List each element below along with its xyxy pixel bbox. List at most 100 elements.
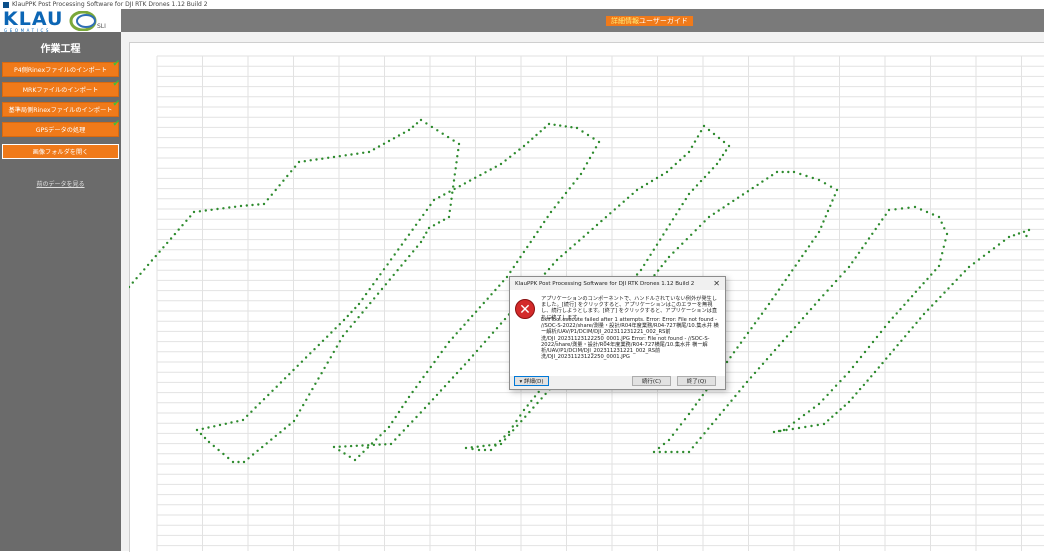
flight-point [254,406,257,409]
flight-point [684,197,687,201]
flight-point [446,135,450,139]
flight-point [529,240,532,244]
flight-point [683,418,687,421]
flight-point [564,251,568,254]
flight-point [867,345,871,349]
flight-point [918,286,921,289]
quit-button[interactable]: 終了(Q) [677,375,716,386]
dialog-body: ✕ アプリケーションのコンポーネントで、ハンドルされていない例外が発生しました。… [510,290,725,376]
flight-point [829,204,832,207]
step-import-base-rinex-button[interactable]: 基準局側Rinexファイルのインポート ✔ [2,100,120,117]
flight-point [699,436,702,440]
flight-point [139,272,142,275]
flight-point [560,254,563,258]
flight-point [826,393,829,397]
user-guide-button[interactable]: 詳細情報ユーザーガイド [606,16,693,26]
flight-point [458,185,461,188]
flight-point [732,351,736,354]
flight-point [455,161,458,164]
flight-point [930,273,933,276]
flight-point [896,344,899,347]
flight-point [942,245,945,248]
flight-point [464,446,468,450]
flight-point [425,208,429,212]
flight-point [266,198,270,201]
flight-point [387,139,391,143]
flight-point [334,327,337,330]
flight-point [926,308,930,311]
flight-point [411,125,415,128]
flight-point [760,312,764,315]
flight-point [270,193,273,196]
flight-point [484,171,487,174]
flight-point [555,258,559,262]
flight-point [992,247,996,250]
step-import-p4-rinex-button[interactable]: P4側Rinexファイルのインポート ✔ [2,60,120,77]
flight-point [870,375,873,378]
flight-point [407,395,411,399]
flight-point [491,331,495,334]
flight-point [415,385,418,389]
flight-point [509,155,512,158]
flight-point [216,207,219,211]
flight-point [662,442,666,446]
flight-point [418,218,421,221]
flight-point [888,353,892,356]
flight-point [357,316,360,319]
flight-point [162,246,165,249]
flight-point [543,272,547,275]
flight-point [489,168,492,171]
flight-point [826,209,830,213]
flight-point [367,444,370,447]
step-process-gps-button[interactable]: GPSデータの処理 ✔ [2,120,120,137]
sidebar-title: 作業工程 [40,44,81,55]
flight-point [503,435,506,438]
flight-point [657,446,661,450]
flight-point [227,456,230,460]
flight-point [470,446,473,449]
flight-point [448,190,451,193]
details-button[interactable]: ▾ 詳細(D) [514,375,549,386]
flight-point [738,390,741,393]
flight-point [851,365,855,369]
flight-point [736,196,740,199]
flight-point [455,371,459,375]
flight-point [350,310,353,314]
previous-data-link[interactable]: 前のデータを見る [0,179,121,188]
flight-point [275,385,278,388]
flight-point [805,174,808,178]
flight-point [166,241,169,245]
flight-point [463,182,467,185]
continue-button[interactable]: 続行(C) [632,375,671,386]
flight-point [591,227,594,231]
close-icon[interactable]: ✕ [713,279,720,288]
flight-point [415,415,418,419]
flight-point [387,425,391,429]
flight-point [894,208,897,211]
flight-point [691,188,695,191]
flight-point [199,432,203,436]
flight-point [829,185,833,188]
flight-point [499,322,503,325]
flight-point [372,283,375,286]
flight-point [218,423,222,427]
flight-point [883,325,887,329]
step-open-image-folder-button[interactable]: 画像フォルダを開く [2,144,119,159]
flight-point [703,432,706,435]
flight-point [435,393,439,397]
flight-point [372,148,376,151]
flight-point [231,460,235,464]
flight-point [639,268,643,272]
flight-point [204,209,207,212]
flight-point [972,262,976,265]
flight-point [490,293,493,296]
flight-point [419,118,423,122]
flight-point [777,288,781,291]
flight-point [459,367,463,370]
flight-point [309,159,312,162]
flight-point [332,350,335,354]
flight-point [341,334,345,338]
flight-point [745,380,749,384]
flight-point [368,287,371,291]
step-import-mrk-button[interactable]: MRKファイルのインポート ✔ [2,80,120,97]
